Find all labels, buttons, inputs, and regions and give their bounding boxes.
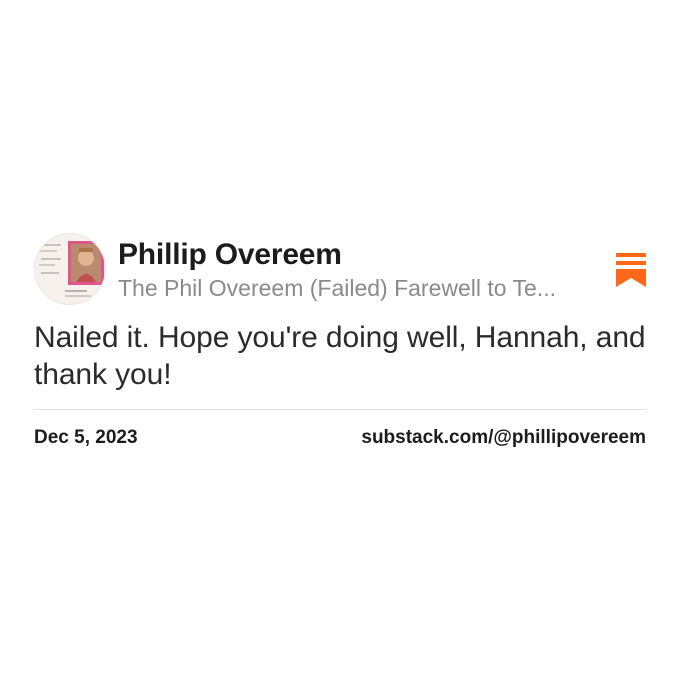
divider (34, 409, 646, 410)
avatar-photo (35, 234, 105, 304)
author-info: Phillip Overeem The Phil Overeem (Failed… (118, 237, 604, 302)
note-date: Dec 5, 2023 (34, 427, 138, 448)
author-name[interactable]: Phillip Overeem (118, 237, 604, 273)
substack-logo-icon[interactable] (616, 253, 646, 287)
note-header: Phillip Overeem The Phil Overeem (Failed… (34, 233, 646, 305)
note-footer: Dec 5, 2023 substack.com/@phillipovereem (34, 427, 646, 449)
author-avatar[interactable] (34, 233, 106, 305)
substack-logo-icon (616, 253, 646, 287)
note-card: Phillip Overeem The Phil Overeem (Failed… (34, 233, 646, 449)
publication-name[interactable]: The Phil Overeem (Failed) Farewell to Te… (118, 274, 598, 302)
profile-link[interactable]: substack.com/@phillipovereem (361, 427, 646, 449)
note-text: Nailed it. Hope you're doing well, Hanna… (34, 321, 646, 391)
